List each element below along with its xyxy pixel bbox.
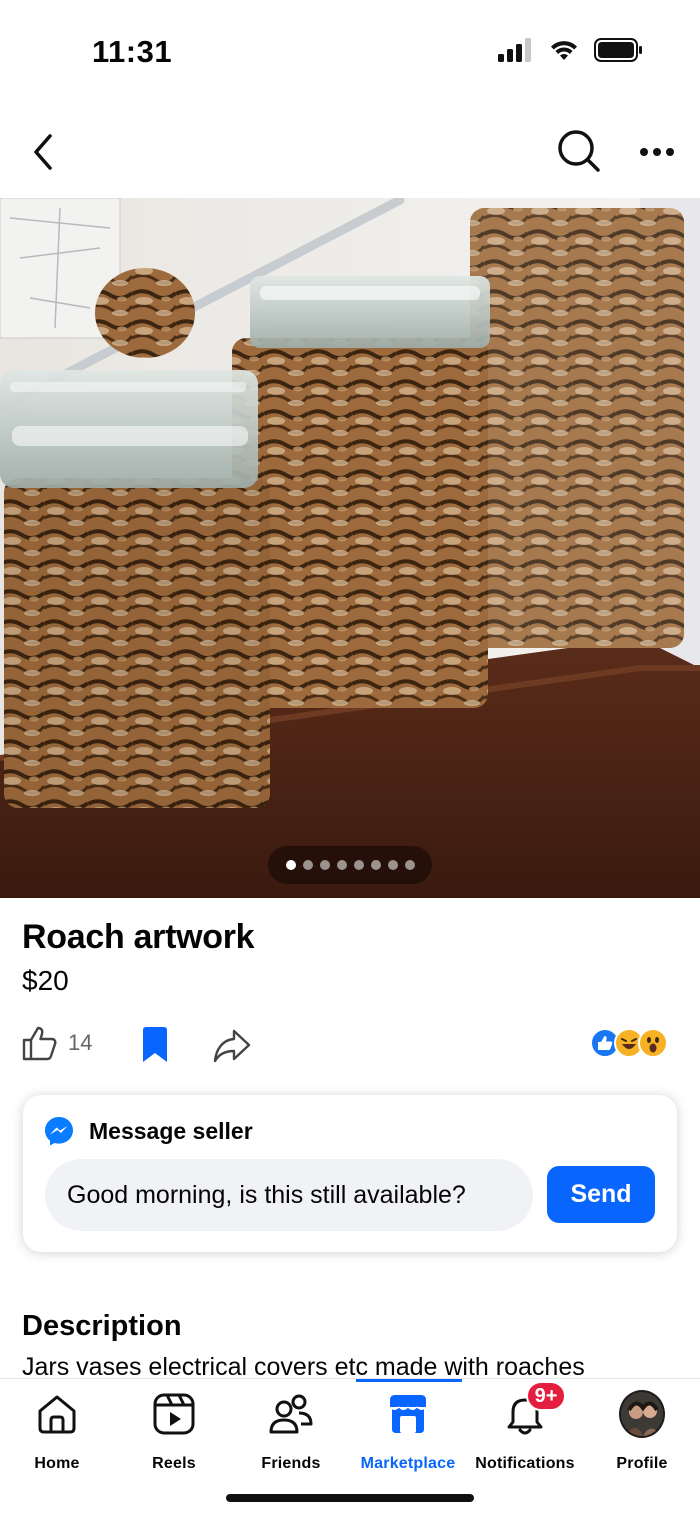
tab-marketplace[interactable]: Marketplace: [348, 1391, 468, 1489]
message-seller-label: Message seller: [89, 1117, 253, 1144]
tab-profile[interactable]: Profile: [582, 1390, 700, 1489]
photo-dot[interactable]: [285, 860, 296, 870]
back-icon: [34, 134, 52, 170]
send-button[interactable]: Send: [547, 1166, 655, 1223]
photo-dot[interactable]: [370, 860, 381, 870]
status-time: 11:31: [92, 34, 173, 69]
save-button[interactable]: [140, 1026, 170, 1064]
wow-reaction: [638, 1028, 668, 1058]
like-reaction-icon: [598, 1036, 613, 1050]
photo-pagination[interactable]: [268, 846, 432, 884]
status-bar: 11:31: [0, 0, 700, 100]
friends-icon: [268, 1391, 314, 1437]
tab-label: Friends: [261, 1455, 321, 1472]
battery-icon: [594, 38, 642, 62]
listing-photo-image: [0, 198, 700, 898]
back-button[interactable]: [22, 130, 66, 174]
tab-label: Profile: [616, 1455, 668, 1472]
top-nav: [0, 118, 700, 188]
bookmark-icon: [143, 1027, 167, 1062]
thumbs-up-icon: [22, 1026, 57, 1061]
message-seller-header: Message seller: [43, 1115, 253, 1147]
description-heading: Description: [22, 1310, 182, 1342]
search-button[interactable]: [554, 126, 604, 176]
photo-dot[interactable]: [336, 860, 347, 870]
more-icon: [640, 148, 674, 156]
signal-icon: [498, 38, 531, 62]
like-count: 14: [68, 1030, 93, 1055]
reaction-summary[interactable]: [590, 1028, 668, 1058]
photo-dot[interactable]: [404, 860, 415, 870]
search-icon: [558, 130, 600, 172]
home-icon: [34, 1391, 80, 1437]
notification-badge: 9+: [526, 1381, 566, 1411]
bell-icon: 9+: [502, 1381, 566, 1437]
share-icon: [213, 1029, 251, 1063]
profile-avatar: [619, 1390, 665, 1438]
photo-dot[interactable]: [387, 860, 398, 870]
message-input[interactable]: [45, 1159, 533, 1231]
tab-notifications[interactable]: 9+ Notifications: [465, 1381, 585, 1489]
photo-dot[interactable]: [302, 860, 313, 870]
tab-label: Reels: [152, 1455, 196, 1472]
avatar: [619, 1390, 665, 1438]
tab-home[interactable]: Home: [0, 1391, 117, 1489]
status-icons: [498, 38, 644, 62]
like-button[interactable]: 14: [20, 1024, 92, 1062]
photo-dot[interactable]: [353, 860, 364, 870]
wifi-icon: [551, 41, 577, 60]
tab-label: Notifications: [475, 1455, 575, 1472]
wow-reaction-icon: [647, 1037, 659, 1053]
listing-actions: 14: [20, 1024, 680, 1066]
listing-title: Roach artwork: [22, 918, 255, 956]
more-options-button[interactable]: [634, 132, 680, 172]
tab-reels[interactable]: Reels: [114, 1391, 234, 1489]
tab-label: Marketplace: [360, 1455, 456, 1472]
listing-price: $20: [22, 965, 69, 996]
tab-label: Home: [34, 1455, 80, 1472]
messenger-icon: [45, 1117, 73, 1146]
reels-icon: [151, 1391, 197, 1437]
home-indicator[interactable]: [226, 1494, 474, 1502]
tab-friends[interactable]: Friends: [231, 1391, 351, 1489]
message-seller-card: Message seller Send: [23, 1095, 677, 1252]
share-button[interactable]: [212, 1028, 252, 1064]
marketplace-icon: [385, 1391, 431, 1437]
active-tab-indicator: [356, 1379, 462, 1382]
listing-photo[interactable]: [0, 198, 700, 898]
photo-dot[interactable]: [319, 860, 330, 870]
